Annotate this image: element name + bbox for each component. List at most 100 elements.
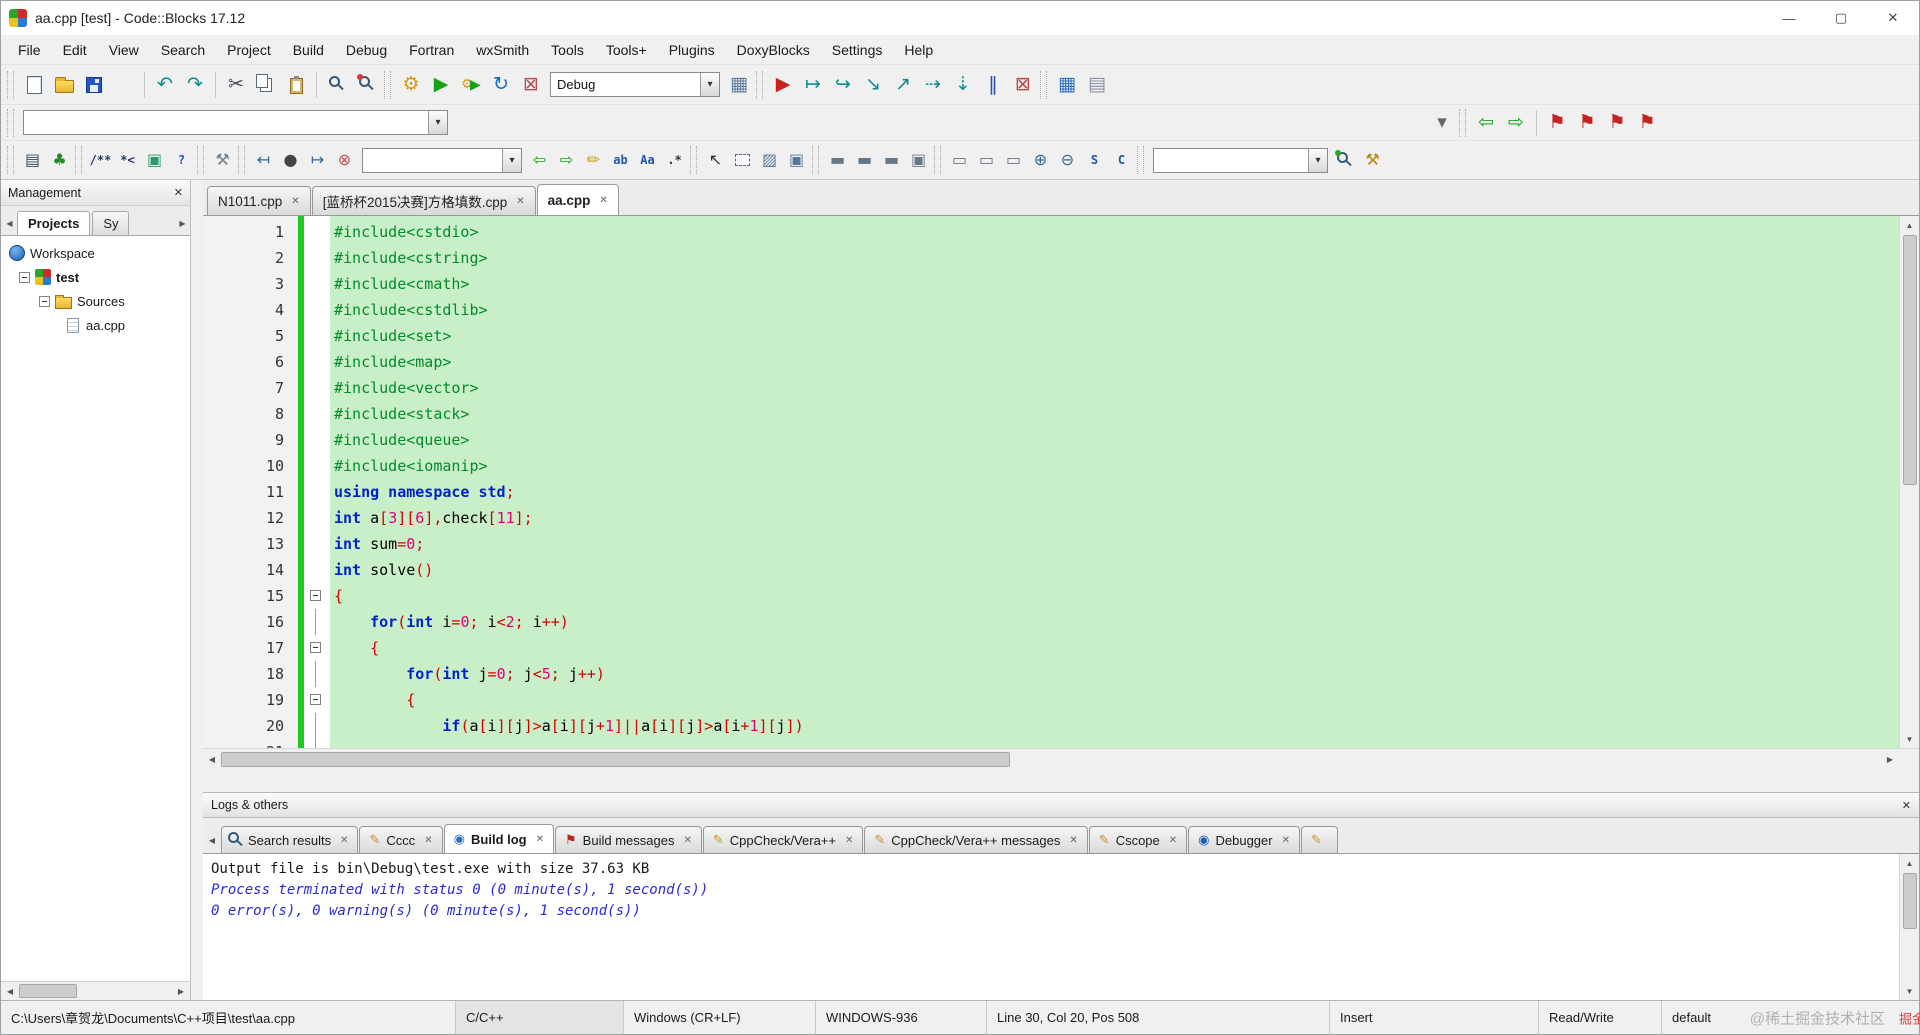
match-case-icon[interactable]: Aa: [634, 147, 661, 173]
regex-icon[interactable]: .*: [661, 147, 688, 173]
logs-tab-cccc[interactable]: ✎ Cccc ✕: [359, 826, 443, 853]
border-middle-icon[interactable]: ▭: [973, 147, 1000, 173]
code-line-3[interactable]: 3 #include<cmath>: [203, 271, 1899, 297]
code-line-21[interactable]: 21 sum++;: [203, 739, 1899, 748]
code-line-4[interactable]: 4 #include<cstdlib>: [203, 297, 1899, 323]
menu-item-plugins[interactable]: Plugins: [658, 35, 726, 65]
incsearch-combo[interactable]: ▾: [362, 147, 522, 173]
menu-item-tools[interactable]: Tools: [540, 35, 595, 65]
step-out-icon[interactable]: ↗: [888, 70, 918, 100]
logs-tab-stub[interactable]: ✎: [1301, 826, 1338, 853]
scroll-left-icon[interactable]: ◀: [203, 751, 221, 768]
panel-top-icon[interactable]: ▬: [824, 147, 851, 173]
close-panel-icon[interactable]: ✕: [174, 186, 183, 199]
code-line-1[interactable]: 1 #include<cstdio>: [203, 219, 1899, 245]
code-line-15[interactable]: 15 {: [203, 583, 1899, 609]
astyle-format-icon[interactable]: ♣: [46, 147, 73, 173]
abort-build-icon[interactable]: ⊠: [516, 70, 546, 100]
run-to-cursor-icon[interactable]: ↦: [798, 70, 828, 100]
close-tab-icon[interactable]: ✕: [845, 835, 853, 846]
code-line-14[interactable]: 14 int solve(): [203, 557, 1899, 583]
build-target-combo[interactable]: Debug ▾: [550, 72, 720, 97]
incsearch-cancel-icon[interactable]: ⊗: [331, 147, 358, 173]
logs-tab-debugger[interactable]: ◉ Debugger ✕: [1188, 826, 1300, 853]
management-hscrollbar[interactable]: ◀ ▶: [1, 981, 190, 1000]
menu-item-project[interactable]: Project: [216, 35, 282, 65]
zoom-out-icon[interactable]: ⊖: [1054, 147, 1081, 173]
close-tab-icon[interactable]: ✕: [599, 195, 607, 206]
tabs-scroll-right-icon[interactable]: ▶: [175, 211, 190, 235]
code-line-9[interactable]: 9 #include<queue>: [203, 427, 1899, 453]
clear-bookmarks-icon[interactable]: ⚑: [1632, 108, 1662, 138]
close-tab-icon[interactable]: ✕: [424, 835, 432, 846]
break-debugger-icon[interactable]: ‖: [978, 70, 1008, 100]
incsearch-next-icon[interactable]: ⇨: [553, 147, 580, 173]
target-options-icon[interactable]: ▦: [724, 70, 754, 100]
rebuild-icon[interactable]: ↻: [486, 70, 516, 100]
fold-collapse-icon[interactable]: [304, 583, 330, 609]
tree-node-workspace[interactable]: Workspace: [1, 241, 190, 265]
debugging-windows-icon[interactable]: ▦: [1052, 70, 1082, 100]
close-tab-icon[interactable]: ✕: [536, 834, 544, 845]
code-completion-scope-combo[interactable]: ▾: [23, 110, 448, 135]
code-line-2[interactable]: 2 #include<cstring>: [203, 245, 1899, 271]
logs-tab-build-messages[interactable]: ⚑ Build messages ✕: [555, 826, 702, 853]
scroll-up-icon[interactable]: ▲: [1900, 854, 1920, 872]
code-editor[interactable]: 1 #include<cstdio> 2 #include<cstring> 3 #inc…: [203, 216, 1919, 748]
debug-continue-icon[interactable]: ▶: [768, 70, 798, 100]
scroll-right-icon[interactable]: ▶: [1881, 751, 1899, 768]
code-line-16[interactable]: 16 for(int i=0; i<2; i++): [203, 609, 1899, 635]
thread-search-icon[interactable]: [1332, 147, 1359, 173]
menu-item-tools+[interactable]: Tools+: [595, 35, 658, 65]
logs-tab-build-log[interactable]: ◉ Build log ✕: [443, 824, 555, 853]
doxy-image-icon[interactable]: ▣: [141, 147, 168, 173]
close-tab-icon[interactable]: ✕: [683, 835, 691, 846]
tabs-scroll-left-icon[interactable]: ◀: [203, 827, 221, 853]
scroll-thumb[interactable]: [19, 984, 77, 998]
panel-left-icon[interactable]: ▬: [878, 147, 905, 173]
cut-icon[interactable]: ✂: [221, 70, 251, 100]
next-instruction-icon[interactable]: ⇢: [918, 70, 948, 100]
tabs-scroll-left-icon[interactable]: ◀: [2, 211, 17, 235]
dropdown-arrow-icon[interactable]: ▾: [1308, 148, 1327, 172]
code-area[interactable]: 1 #include<cstdio> 2 #include<cstring> 3 #inc…: [203, 216, 1899, 748]
debug-info-icon[interactable]: ▤: [1082, 70, 1112, 100]
next-bookmark-icon[interactable]: ⚑: [1602, 108, 1632, 138]
close-button[interactable]: ✕: [1867, 1, 1919, 35]
close-panel-icon[interactable]: ✕: [1902, 799, 1911, 812]
step-into-instruction-icon[interactable]: ⇣: [948, 70, 978, 100]
tree-node-aa-cpp[interactable]: aa.cpp: [1, 313, 190, 337]
management-tab-sy[interactable]: Sy: [92, 211, 130, 235]
code-line-19[interactable]: 19 {: [203, 687, 1899, 713]
editor-hscrollbar[interactable]: ◀ ▶: [203, 748, 1919, 770]
code-line-12[interactable]: 12 int a[3][6],check[11];: [203, 505, 1899, 531]
toolbar-overflow-icon[interactable]: ▾: [1427, 108, 1457, 138]
browse-back-icon[interactable]: ⇦: [1471, 108, 1501, 138]
border-left-icon[interactable]: ▭: [946, 147, 973, 173]
step-into-icon[interactable]: ↘: [858, 70, 888, 100]
picture-box-icon[interactable]: ▨: [756, 147, 783, 173]
collapse-icon[interactable]: [19, 271, 30, 283]
logs-tab-cppcheck-vera++-messages[interactable]: ✎ CppCheck/Vera++ messages ✕: [864, 826, 1088, 853]
tree-node-test[interactable]: test: [1, 265, 190, 289]
run-icon[interactable]: ▶: [426, 70, 456, 100]
dropdown-arrow-icon[interactable]: ▾: [502, 148, 521, 172]
menu-item-search[interactable]: Search: [150, 35, 216, 65]
thread-search-options-icon[interactable]: ⚒: [1359, 147, 1386, 173]
prev-bookmark-icon[interactable]: ⚑: [1572, 108, 1602, 138]
scroll-thumb[interactable]: [221, 752, 1011, 767]
doxy-block-comment-icon[interactable]: /**: [87, 147, 114, 173]
paste-icon[interactable]: [281, 70, 311, 100]
maximize-button[interactable]: ▢: [1815, 1, 1867, 35]
replace-icon[interactable]: [352, 70, 382, 100]
logs-tab-cscope[interactable]: ✎ Cscope ✕: [1088, 826, 1188, 853]
menu-item-help[interactable]: Help: [893, 35, 944, 65]
editor-vscrollbar[interactable]: ▲ ▼: [1899, 216, 1919, 748]
pointer-icon[interactable]: ↖: [702, 147, 729, 173]
scroll-down-icon[interactable]: ▼: [1900, 730, 1920, 748]
code-line-17[interactable]: 17 {: [203, 635, 1899, 661]
menu-item-debug[interactable]: Debug: [335, 35, 398, 65]
zoom-in-icon[interactable]: ⊕: [1027, 147, 1054, 173]
dropdown-arrow-icon[interactable]: ▾: [428, 111, 447, 134]
redo-icon[interactable]: ↷: [180, 70, 210, 100]
